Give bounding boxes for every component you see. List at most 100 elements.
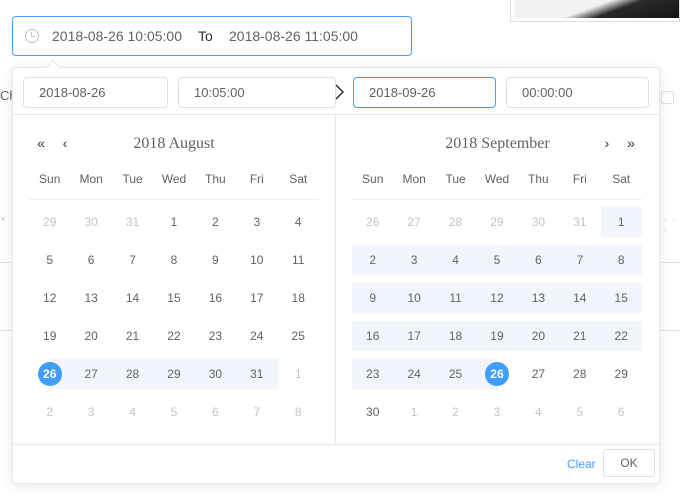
calendar-day[interactable]: 20: [70, 317, 111, 355]
calendar-day[interactable]: 7: [112, 241, 153, 279]
calendar-day[interactable]: 6: [195, 393, 236, 431]
calendar-day[interactable]: 5: [559, 393, 600, 431]
calendar-day[interactable]: 31: [236, 355, 278, 393]
calendar-day[interactable]: 1: [278, 355, 319, 393]
calendar-day[interactable]: 16: [352, 317, 394, 355]
calendar-day[interactable]: 24: [236, 317, 277, 355]
calendar-day[interactable]: 28: [559, 355, 600, 393]
calendar-day[interactable]: 17: [393, 317, 436, 355]
calendar-day[interactable]: 28: [111, 355, 154, 393]
calendar-day[interactable]: 15: [600, 279, 643, 317]
calendar-day[interactable]: 3: [70, 393, 111, 431]
calendar-day[interactable]: 26: [29, 355, 71, 393]
calendar-day[interactable]: 3: [476, 393, 517, 431]
calendar-day[interactable]: 21: [559, 317, 601, 355]
calendar-day[interactable]: 6: [601, 393, 642, 431]
calendar-day[interactable]: 4: [518, 393, 559, 431]
calendar-day[interactable]: 4: [112, 393, 153, 431]
calendar-day-number: 1: [410, 405, 418, 419]
calendar-day[interactable]: 2: [435, 393, 476, 431]
calendar-day[interactable]: 4: [278, 203, 319, 241]
range-end-input[interactable]: 2018-08-26 11:05:00: [229, 28, 358, 44]
calendar-day[interactable]: 10: [393, 279, 436, 317]
calendar-day[interactable]: 7: [236, 393, 277, 431]
calendar-day[interactable]: 9: [352, 279, 394, 317]
calendar-day[interactable]: 2: [352, 241, 394, 279]
calendar-day[interactable]: 3: [393, 241, 436, 279]
calendar-day[interactable]: 1: [393, 393, 434, 431]
calendar-day[interactable]: 12: [29, 279, 70, 317]
calendar-day[interactable]: 27: [393, 203, 434, 241]
calendar-day[interactable]: 5: [153, 393, 194, 431]
datetime-range-input[interactable]: 2018-08-26 10:05:00 To 2018-08-26 11:05:…: [12, 16, 412, 56]
calendar-day[interactable]: 27: [518, 355, 559, 393]
start-time-input[interactable]: 10:05:00: [178, 77, 336, 108]
calendar-day[interactable]: 23: [352, 355, 394, 393]
calendar-day[interactable]: 6: [517, 241, 560, 279]
end-date-input[interactable]: 2018-09-26: [353, 77, 496, 108]
calendar-day[interactable]: 24: [393, 355, 436, 393]
calendar-day[interactable]: 29: [476, 203, 517, 241]
weekday-label: Sun: [39, 172, 61, 186]
calendar-day[interactable]: 29: [29, 203, 70, 241]
calendar-day[interactable]: 2: [195, 203, 236, 241]
calendar-day[interactable]: 15: [153, 279, 194, 317]
double-chevron-right-icon[interactable]: »: [623, 135, 639, 151]
calendar-day[interactable]: 20: [517, 317, 560, 355]
calendar-day[interactable]: 4: [434, 241, 477, 279]
calendar-day[interactable]: 18: [434, 317, 477, 355]
calendar-day[interactable]: 25: [278, 317, 319, 355]
calendar-day[interactable]: 11: [434, 279, 477, 317]
calendar-day[interactable]: 26: [476, 355, 517, 393]
calendar-day[interactable]: 30: [352, 393, 393, 431]
calendar-day[interactable]: 9: [195, 241, 236, 279]
calendar-day[interactable]: 18: [278, 279, 319, 317]
calendar-day[interactable]: 30: [70, 203, 111, 241]
clear-button[interactable]: Clear: [567, 457, 596, 471]
calendar-day[interactable]: 3: [236, 203, 277, 241]
calendar-day[interactable]: 17: [236, 279, 277, 317]
calendar-day[interactable]: 19: [476, 317, 519, 355]
calendar-day[interactable]: 13: [517, 279, 560, 317]
calendar-day[interactable]: 21: [112, 317, 153, 355]
calendar-day[interactable]: 23: [195, 317, 236, 355]
calendar-day-number: 9: [212, 253, 219, 267]
calendar-day[interactable]: 28: [435, 203, 476, 241]
calendar-day[interactable]: 13: [70, 279, 111, 317]
calendar-day[interactable]: 5: [29, 241, 70, 279]
calendar-day[interactable]: 31: [112, 203, 153, 241]
calendar-day[interactable]: 27: [70, 355, 113, 393]
calendar-day[interactable]: 8: [153, 241, 194, 279]
calendar-day[interactable]: 12: [476, 279, 519, 317]
ok-button[interactable]: OK: [603, 449, 655, 477]
calendar-day[interactable]: 5: [476, 241, 519, 279]
calendar-day[interactable]: 14: [559, 279, 601, 317]
calendar-day[interactable]: 25: [434, 355, 477, 393]
calendar-day[interactable]: 22: [153, 317, 194, 355]
background-checkbox[interactable]: [661, 91, 674, 104]
end-time-input[interactable]: 00:00:00: [506, 77, 649, 108]
calendar-day[interactable]: 16: [195, 279, 236, 317]
calendar-day[interactable]: 30: [194, 355, 237, 393]
range-start-input[interactable]: 2018-08-26 10:05:00: [52, 28, 182, 44]
start-date-input[interactable]: 2018-08-26: [23, 77, 168, 108]
calendar-day[interactable]: 1: [153, 203, 194, 241]
calendar-day[interactable]: 10: [236, 241, 277, 279]
calendar-day[interactable]: 30: [518, 203, 559, 241]
calendar-day[interactable]: 29: [153, 355, 196, 393]
calendar-day[interactable]: 14: [112, 279, 153, 317]
calendar-day[interactable]: 31: [559, 203, 600, 241]
chevron-right-icon[interactable]: ›: [599, 135, 615, 151]
left-calendar-title: 2018 August: [133, 135, 215, 152]
calendar-day[interactable]: 7: [559, 241, 601, 279]
calendar-day[interactable]: 11: [278, 241, 319, 279]
calendar-day[interactable]: 6: [70, 241, 111, 279]
calendar-day[interactable]: 1: [600, 203, 643, 241]
calendar-day[interactable]: 19: [29, 317, 70, 355]
calendar-day[interactable]: 29: [601, 355, 642, 393]
calendar-day[interactable]: 8: [600, 241, 643, 279]
calendar-day[interactable]: 2: [29, 393, 70, 431]
calendar-day[interactable]: 26: [352, 203, 393, 241]
calendar-day[interactable]: 22: [600, 317, 643, 355]
calendar-day[interactable]: 8: [278, 393, 319, 431]
